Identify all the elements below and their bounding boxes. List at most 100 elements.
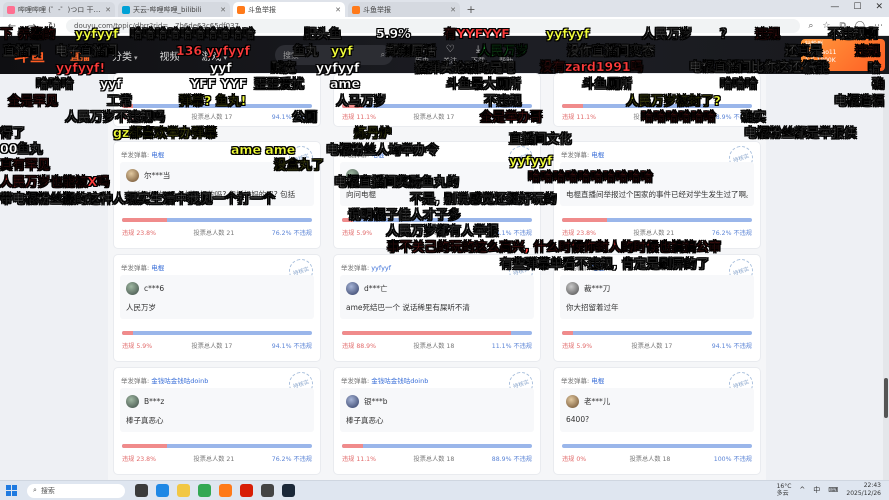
maximize-icon[interactable]: ☐ [853, 2, 861, 12]
nav-category[interactable]: 分类 ▾ [112, 48, 138, 63]
douyu-app-icon[interactable] [219, 484, 232, 497]
violation-label: 违规 [342, 343, 355, 350]
close-window-icon[interactable]: ✕ [875, 2, 883, 12]
report-card[interactable]: 违规 5.9% 投票总人数 17 94.1% 不违规 [114, 74, 320, 126]
extensions-icon[interactable]: ⧉ [839, 21, 845, 31]
reporter-name[interactable]: 电棍 [591, 151, 604, 159]
nav-games[interactable]: 游戏 ▾ [202, 48, 228, 63]
browser-tab-4[interactable]: 斗鱼举报 ✕ [348, 2, 460, 17]
nav-live[interactable]: 直播 [70, 48, 90, 63]
ime-indicator[interactable]: 中 [813, 485, 820, 495]
reporter-label: 举发弹幕: [561, 377, 590, 385]
fan-group-promo[interactable]: 钻粉群 ivendao11 1.6 1800K 1.90K [801, 39, 885, 72]
reported-message: 向问电棍 [340, 162, 534, 206]
new-tab-button[interactable]: + [464, 3, 478, 17]
violation-stat: 违规 11.1% [342, 456, 377, 463]
ok-label: 不违规 [293, 343, 312, 350]
douyu-favicon-icon [352, 5, 360, 14]
avatar [126, 282, 139, 295]
file-explorer-icon[interactable] [177, 484, 190, 497]
reported-message: 裁***刀 你大招留着过年 [560, 275, 754, 319]
history-icon: ⟲ [417, 44, 427, 55]
close-icon[interactable]: ✕ [105, 6, 111, 14]
ok-label: 不违规 [513, 456, 532, 463]
vote-bar-fill [342, 104, 364, 108]
browser-tab-1[interactable]: 哔哩哔哩 (゜-゜)つロ 干杯~-bilib ✕ [3, 2, 115, 17]
report-card[interactable]: 举发弹幕: 金钱咕金钱咕doinb 待核实 银***b 棒子真恶心 违规 11.1% 投票总… [334, 368, 540, 474]
reporter-name[interactable]: 电棍 [591, 377, 604, 385]
windows-start-icon[interactable] [6, 485, 17, 496]
taskbar-apps [135, 484, 295, 497]
scrollbar-thumb[interactable] [884, 378, 888, 418]
help-button[interactable]: ? 帮助 [499, 44, 513, 66]
obs-icon[interactable] [261, 484, 274, 497]
page-scrollbar[interactable] [883, 74, 889, 480]
reporter-name[interactable]: yyfyyf [371, 264, 391, 272]
reported-user: c***6 [126, 282, 164, 295]
profile-icon[interactable]: ◯ [855, 21, 865, 31]
minimize-icon[interactable]: — [830, 2, 839, 12]
star-icon[interactable]: ☆ [822, 21, 830, 31]
violation-stat: 违规 11.1% [562, 114, 597, 121]
report-card[interactable]: 举发弹幕: 金钱咕金钱咕doinb 待核实 B***z 棒子真恶心 违规 23.8% 投票总… [114, 368, 320, 474]
votes-label: 投票总人数 [633, 114, 665, 121]
votes-label: 投票总人数 [193, 456, 225, 463]
reload-icon[interactable]: ↻ [46, 21, 58, 32]
reporter-name[interactable]: 金钱咕金钱咕doinb [371, 377, 428, 385]
follow-button[interactable]: ♡ 关注 [443, 44, 457, 66]
edge-icon[interactable] [156, 484, 169, 497]
tray-overflow-icon[interactable]: ^ [799, 486, 805, 494]
report-card[interactable]: 违规 11.1% 投票总人数 17 88.9% 不违规 [334, 74, 540, 126]
netease-music-icon[interactable] [240, 484, 253, 497]
forward-icon[interactable]: → [26, 21, 38, 32]
violation-label: 违规 [342, 114, 355, 121]
report-card[interactable]: 举发弹幕: 电棍 待核实 c***6 人民万岁 违规 5.9% 投票总人数 17 94.1% … [114, 255, 320, 361]
violation-pct: 5.9 [356, 230, 367, 237]
site-search-input[interactable]: 搜索 ⌕ [275, 45, 394, 65]
zoom-icon[interactable]: ⌕ [808, 21, 813, 31]
reporter-line: 举发弹幕: 电棍 [561, 262, 604, 272]
report-card[interactable]: 举发弹幕: 电棍 待核实 尔***当 包括妈妈的吗? 包括妈妈的吗? 包括妈妈的吗? 包… [114, 142, 320, 248]
system-clock[interactable]: 22:43 2025/12/26 [846, 482, 881, 498]
votes-count: 18 [446, 456, 455, 463]
report-card[interactable]: 举发弹幕: 电棍 待核实 老***儿 6400? 违规 0% 投票总人数 18 100% 不违… [554, 368, 760, 474]
close-icon[interactable]: ✕ [220, 6, 226, 14]
reporter-name[interactable]: 金钱咕金钱咕doinb [151, 377, 208, 385]
reporter-name[interactable]: 电棍 [591, 264, 604, 272]
chrome-icon[interactable] [198, 484, 211, 497]
nav-category-label: 分类 [112, 51, 133, 63]
reporter-name[interactable]: 电棍 [151, 264, 164, 272]
nav-video[interactable]: 视频 [160, 48, 180, 63]
vote-bar-fill [122, 444, 168, 448]
report-card[interactable]: 举发弹幕: yyfyyf 待核实 d***亡 ame死结巴一个 说话稀里有屎听不清 违规 … [334, 255, 540, 361]
taskbar-search[interactable]: ⌕ 搜索 [27, 483, 125, 498]
reporter-name[interactable]: 电棍 [371, 151, 384, 159]
task-view-icon[interactable] [135, 484, 148, 497]
search-icon[interactable]: ⌕ [381, 50, 385, 60]
vote-bar [562, 444, 752, 448]
ok-stat: 11.1% 不违规 [491, 343, 532, 350]
back-icon[interactable]: ← [6, 21, 18, 32]
steam-icon[interactable] [282, 484, 295, 497]
reporter-name[interactable]: 电棍 [151, 151, 164, 159]
close-icon[interactable]: ✕ [450, 6, 456, 14]
browser-tab-2[interactable]: 天云-哔哩哔哩_bilibili ✕ [118, 2, 230, 17]
site-logo[interactable]: 斗鱼 [14, 45, 46, 66]
weather-widget[interactable]: 16°C 多云 [777, 483, 792, 497]
report-card[interactable]: 违规 11.1% 投票总人数 16 88.9% 不违规 [554, 74, 760, 126]
report-card[interactable]: 举发弹幕: 电棍 待核实 裁***刀 你大招留着过年 违规 5.9% 投票总人数 17 94.… [554, 255, 760, 361]
vote-stats: 违规 5.9% 投票总人数 17 94.1% 不违规 [562, 341, 752, 350]
report-card[interactable]: 举发弹幕: 电棍 待核实 电棍直播间举报过个国家的事件已经对学生发生过了啊。 违规 23… [554, 142, 760, 248]
menu-icon[interactable]: ⋯ [874, 21, 883, 31]
close-icon[interactable]: ✕ [335, 6, 341, 14]
url-field[interactable]: douyu.com/topic/dbrr?rid=...7b6de63c65df… [66, 19, 801, 33]
download-button[interactable]: ⤓ 下载 [471, 44, 485, 66]
ok-stat: 94.1% 不违规 [271, 343, 312, 350]
avatar [346, 282, 359, 295]
ok-pct: 94.1 [271, 114, 286, 121]
history-button[interactable]: ⟲ 历史 [415, 44, 429, 66]
report-card[interactable]: 举发弹幕: 电棍 待核实 向问电棍 违规 5.9% 投票总人数 17 94.1% 不违规 [334, 142, 540, 248]
browser-tab-3[interactable]: 斗鱼举报 ✕ [233, 2, 345, 17]
keyboard-icon[interactable]: ⌨ [828, 486, 838, 494]
reported-comment: 棒子真恶心 [126, 416, 164, 425]
